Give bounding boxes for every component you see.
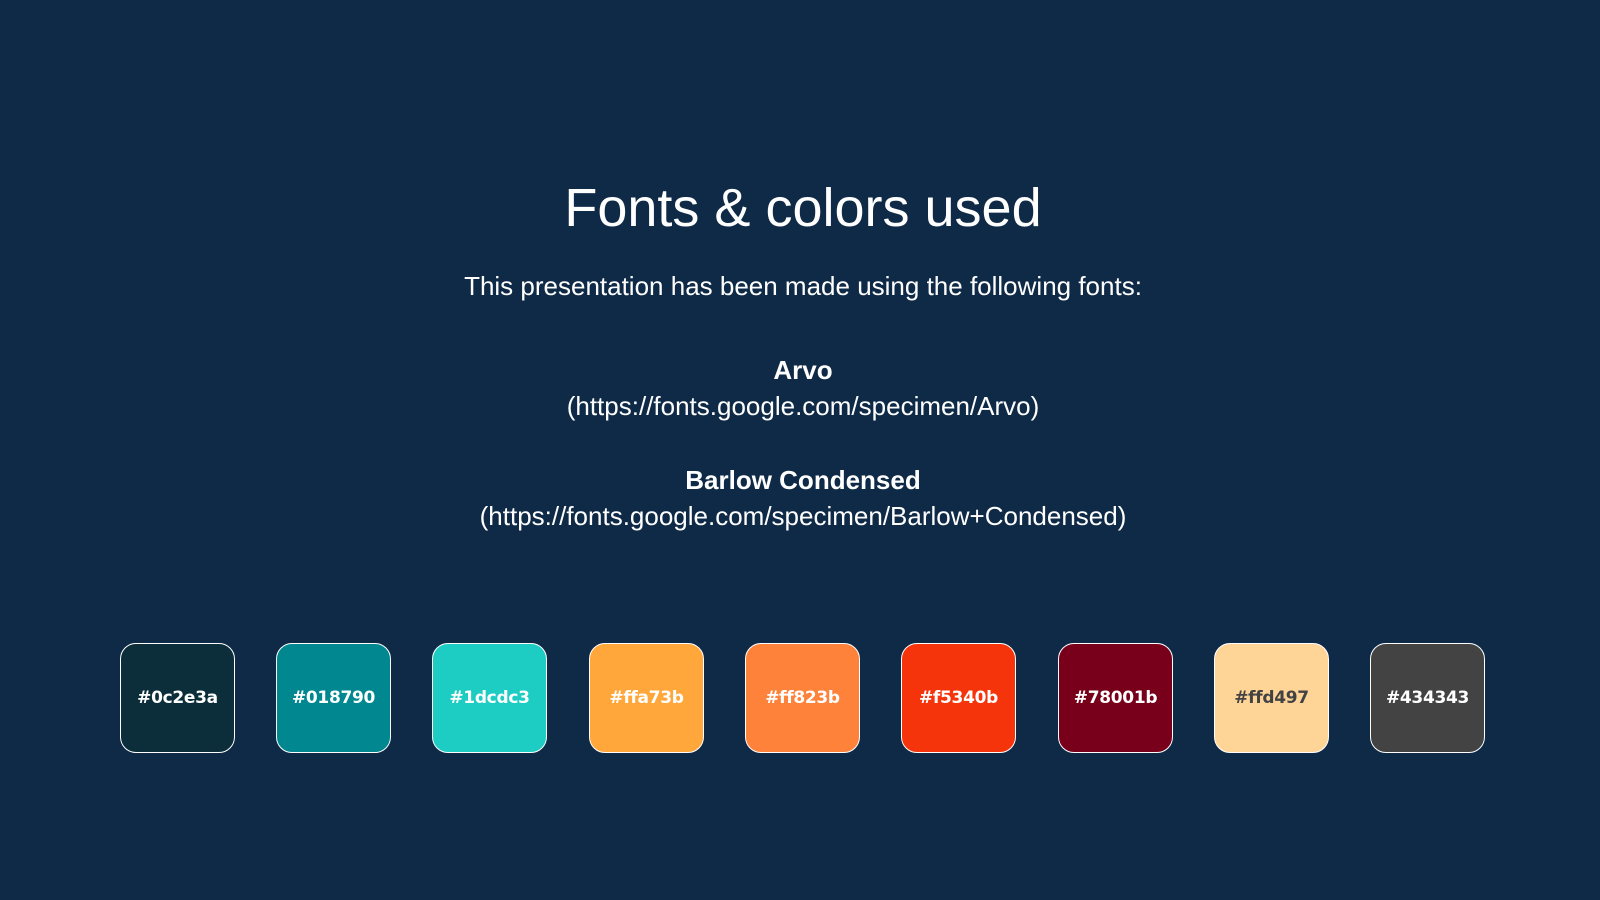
slide-subtitle: This presentation has been made using th…	[464, 271, 1142, 301]
slide: Fonts & colors used This presentation ha…	[0, 0, 1600, 900]
font-name: Barlow Condensed	[685, 465, 921, 495]
color-swatch: #1dcdc3	[432, 643, 547, 753]
color-swatch: #0c2e3a	[120, 643, 235, 753]
font-entry-arvo: Arvo (https://fonts.google.com/specimen/…	[0, 352, 1600, 424]
font-link[interactable]: (https://fonts.google.com/specimen/Barlo…	[0, 498, 1600, 534]
color-swatch: #ff823b	[745, 643, 860, 753]
color-swatch: #ffa73b	[589, 643, 704, 753]
color-swatch: #434343	[1370, 643, 1485, 753]
color-palette: #0c2e3a #018790 #1dcdc3 #ffa73b #ff823b …	[120, 643, 1488, 755]
font-link[interactable]: (https://fonts.google.com/specimen/Arvo)	[0, 388, 1600, 424]
font-name: Arvo	[773, 355, 833, 385]
color-swatch: #f5340b	[901, 643, 1016, 753]
color-swatch: #018790	[276, 643, 391, 753]
color-swatch: #ffd497	[1214, 643, 1329, 753]
font-entry-barlow-condensed: Barlow Condensed (https://fonts.google.c…	[0, 462, 1600, 534]
slide-title: Fonts & colors used	[564, 178, 1042, 238]
color-swatch: #78001b	[1058, 643, 1173, 753]
